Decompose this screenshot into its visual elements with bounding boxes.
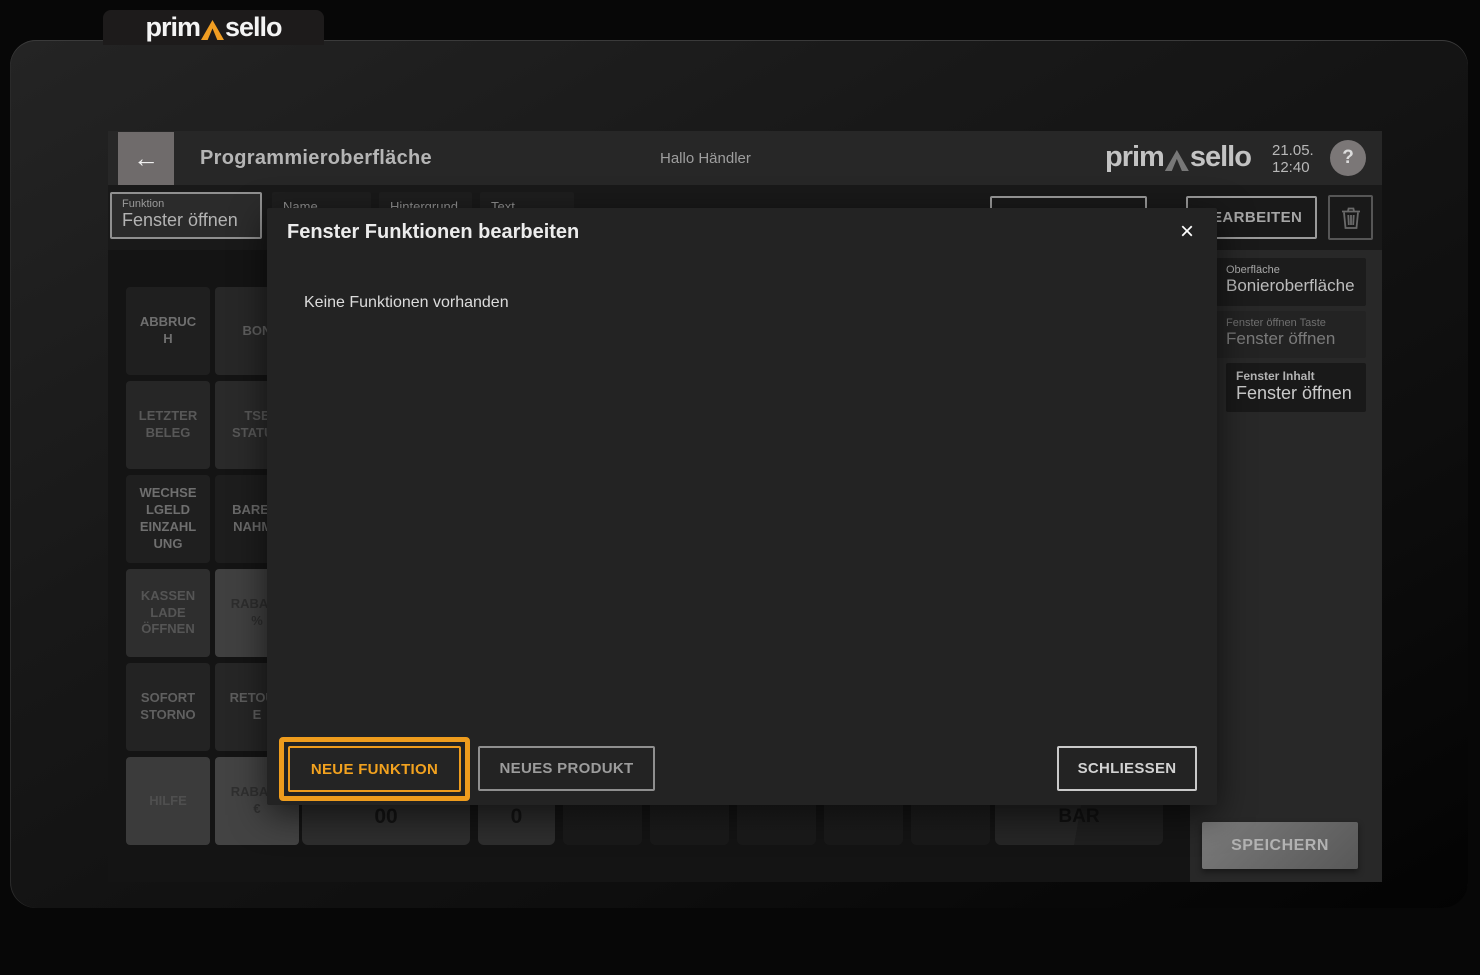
logo-text-prefix: prim [1105, 141, 1165, 173]
neue-funktion-button[interactable]: NEUE FUNKTION [288, 746, 461, 792]
grid-button-hilfe[interactable]: HILFE [126, 757, 210, 845]
grid-button-sofort-storno[interactable]: SOFORT STORNO [126, 663, 210, 751]
primasello-logo: prim sello [145, 12, 283, 42]
taste-value: Fenster öffnen [1226, 329, 1336, 348]
logo-triangle-icon [1164, 150, 1189, 171]
time-text: 12:40 [1272, 159, 1310, 177]
neues-produkt-button[interactable]: NEUES PRODUKT [478, 746, 655, 791]
oberflaeche-value: Bonieroberfläche [1226, 276, 1355, 295]
trash-icon [1341, 207, 1360, 229]
grid-button-kassenlade-oeffnen[interactable]: KASSEN LADE ÖFFNEN [126, 569, 210, 657]
app-logo-tab: prim sello [103, 10, 324, 45]
page-title: Programmieroberfläche [200, 147, 432, 169]
grid-button-wechselgeld-einzahlung[interactable]: WECHSE LGELD EINZAHL UNG [126, 475, 210, 563]
logo-text-prefix: prim [145, 12, 201, 42]
header-logo: prim sello [1105, 141, 1252, 173]
question-mark-icon: ? [1342, 147, 1354, 168]
schliessen-button[interactable]: SCHLIESSEN [1057, 746, 1197, 791]
greeting-text: Hallo Händler [660, 150, 751, 167]
dialog-title: Fenster Funktionen bearbeiten [287, 221, 580, 243]
close-button[interactable]: × [1171, 216, 1203, 248]
logo-text-suffix: sello [224, 12, 283, 42]
inhalt-value: Fenster öffnen [1236, 383, 1352, 403]
oberflaeche-field[interactable]: Oberfläche Bonieroberfläche [1216, 258, 1366, 306]
back-button[interactable]: ← [118, 132, 174, 185]
grid-button-abbruch[interactable]: ABBRUC H [126, 287, 210, 375]
date-text: 21.05. [1272, 142, 1314, 159]
tutorial-highlight-ring: NEUE FUNKTION [279, 737, 470, 801]
delete-button[interactable] [1328, 195, 1373, 240]
funktion-select[interactable]: Funktion Fenster öffnen [110, 192, 262, 239]
logo-triangle-icon [200, 20, 224, 40]
empty-state-message: Keine Funktionen vorhanden [304, 294, 509, 311]
inhalt-label: Fenster Inhalt [1236, 369, 1315, 383]
fenster-inhalt-field[interactable]: Fenster Inhalt Fenster öffnen [1226, 363, 1366, 412]
oberflaeche-label: Oberfläche [1226, 264, 1280, 276]
funktion-value: Fenster öffnen [122, 210, 238, 230]
back-arrow-icon: ← [133, 143, 159, 173]
close-icon: × [1179, 218, 1194, 245]
fenster-oeffnen-taste-field[interactable]: Fenster öffnen Taste Fenster öffnen [1216, 311, 1366, 358]
taste-label: Fenster öffnen Taste [1226, 317, 1326, 329]
fenster-funktionen-dialog: Fenster Funktionen bearbeiten × Keine Fu… [267, 208, 1217, 805]
help-button[interactable]: ? [1330, 140, 1366, 176]
grid-button-letzter-beleg[interactable]: LETZTER BELEG [126, 381, 210, 469]
datetime-display: 21.05. 12:40 [1272, 142, 1314, 177]
speichern-button[interactable]: SPEICHERN [1202, 822, 1358, 869]
funktion-label: Funktion [122, 198, 165, 210]
logo-text-suffix: sello [1189, 141, 1252, 173]
